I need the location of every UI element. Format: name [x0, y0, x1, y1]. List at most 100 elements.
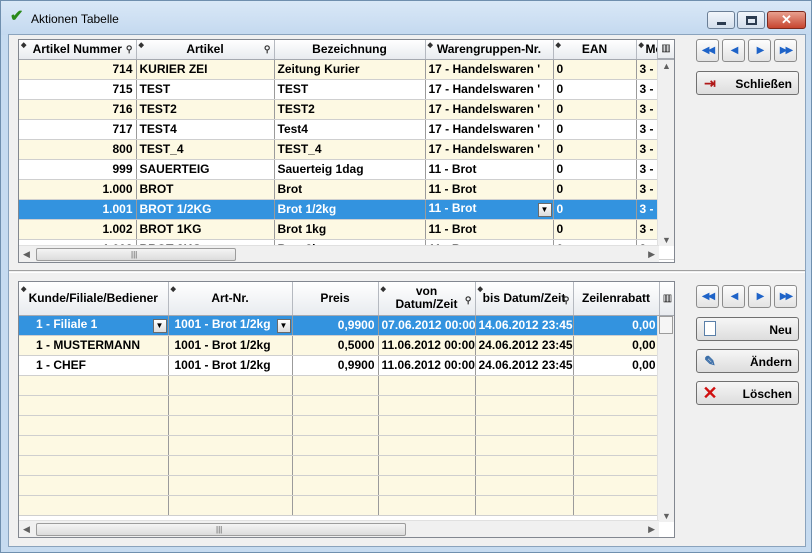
new-button[interactable]: Neu	[696, 317, 799, 341]
key-icon: ⚲	[464, 295, 472, 305]
next-record-button[interactable]: ▶	[748, 285, 771, 308]
panel-splitter[interactable]	[9, 270, 805, 273]
key-icon: ⚲	[263, 44, 271, 54]
column-chooser-icon[interactable]: ▥	[657, 40, 674, 59]
next-icon: ▶	[756, 45, 765, 56]
sort-icon: ◆	[170, 286, 176, 293]
table-row[interactable]: 714 KURIER ZEI Zeitung Kurier 17 - Handelsw…	[19, 59, 674, 80]
table-row[interactable]: 800 TEST_4 TEST_4 17 - Handelswaren ' 0 3 -	[19, 139, 674, 160]
main-window: ✔ Aktionen Tabelle ✕ ◆ Artikel Nummer ⚲ ◆ A…	[0, 0, 812, 553]
scroll-thumb[interactable]: |||	[36, 523, 406, 536]
scroll-up-icon[interactable]: ▲	[662, 61, 671, 71]
dropdown-arrow-icon[interactable]: ▼	[276, 319, 291, 333]
next-icon: ▶	[756, 291, 765, 302]
articles-table: ◆ Artikel Nummer ⚲ ◆ Artikel ⚲ Bezeichnung ◆…	[19, 40, 674, 260]
scroll-down-icon[interactable]: ▼	[662, 511, 671, 521]
col-header-zeilenrabatt[interactable]: Zeilenrabatt	[573, 282, 660, 316]
col-header-artikel[interactable]: ◆ Artikel ⚲	[136, 40, 275, 60]
edit-icon: ✎	[704, 353, 716, 369]
dropdown-arrow-icon[interactable]: ▼	[152, 319, 167, 333]
exit-door-icon: ⇥	[704, 75, 716, 91]
sort-icon: ◆	[21, 42, 27, 49]
previous-icon: ◀	[730, 45, 739, 56]
vertical-scrollbar[interactable]: ▲ ▼	[657, 316, 674, 522]
col-header-ean[interactable]: ◆ EAN	[553, 40, 637, 60]
table-row[interactable]: 717 TEST4 Test4 17 - Handelswaren ' 0 3 -	[19, 119, 674, 140]
table-row[interactable]: 715 TEST TEST 17 - Handelswaren ' 0 3 -	[19, 79, 674, 100]
scroll-right-icon[interactable]: ▶	[648, 249, 655, 260]
col-header-bezeichnung[interactable]: Bezeichnung	[274, 40, 426, 60]
table-row[interactable]: 1 - CHEF 1001 - Brot 1/2kg 0,9900 11.06.…	[19, 355, 674, 376]
maximize-button[interactable]	[737, 11, 765, 29]
col-header-von-datum[interactable]: ◆ von Datum/Zeit ⚲	[378, 282, 476, 316]
sort-icon: ◆	[555, 42, 561, 49]
col-header-artikel-nummer[interactable]: ◆ Artikel Nummer ⚲	[19, 40, 137, 60]
horizontal-scrollbar[interactable]: ◀ ||| ▶	[19, 245, 659, 262]
minimize-button[interactable]	[707, 11, 735, 29]
sort-icon: ◆	[138, 42, 144, 49]
edit-button[interactable]: ✎ Ändern	[696, 349, 799, 373]
close-window-button[interactable]: ✕	[767, 11, 806, 29]
table-row[interactable]: 1.000 BROT Brot 11 - Brot 0 3 -	[19, 179, 674, 200]
col-header-kunde[interactable]: ◆ Kunde/Filiale/Bediener	[19, 282, 169, 316]
selected-table-row[interactable]: 1.001 BROT 1/2KG Brot 1/2kg ▼ 11 - Brot 0 3 -	[19, 199, 674, 220]
first-record-button[interactable]: ◀◀	[696, 39, 719, 62]
last-icon: ▶▶	[779, 45, 793, 56]
first-icon: ◀◀	[701, 45, 715, 56]
col-header-warengruppen[interactable]: ◆ Warengruppen-Nr.	[425, 40, 554, 60]
window-title: Aktionen Tabelle	[31, 12, 119, 26]
empty-row	[19, 375, 674, 396]
title-bar[interactable]: ✔ Aktionen Tabelle ✕	[1, 1, 811, 35]
scroll-right-icon[interactable]: ▶	[648, 524, 655, 535]
scroll-left-icon[interactable]: ◀	[23, 249, 30, 260]
empty-row	[19, 435, 674, 456]
selected-table-row[interactable]: ▼ 1 - Filiale 1 ▼ 1001 - Brot 1/2kg 0,9900…	[19, 315, 674, 336]
previous-icon: ◀	[730, 291, 739, 302]
table-row[interactable]: 999 SAUERTEIG Sauerteig 1dag 11 - Brot 0 3 -	[19, 159, 674, 180]
previous-record-button[interactable]: ◀	[722, 285, 745, 308]
empty-row	[19, 455, 674, 476]
delete-button[interactable]: ✕ Löschen	[696, 381, 799, 405]
col-header-bis-datum[interactable]: ◆ bis Datum/Zeit ⚲	[475, 282, 574, 316]
actions-grid: ◆ Kunde/Filiale/Bediener ◆ Art-Nr. Preis ◆…	[18, 281, 675, 538]
scroll-thumb[interactable]	[659, 316, 673, 334]
empty-row	[19, 495, 674, 516]
close-button[interactable]: ⇥ Schließen	[696, 71, 799, 95]
delete-icon: ✕	[702, 383, 718, 403]
table-row[interactable]: 1 - MUSTERMANN 1001 - Brot 1/2kg 0,5000 …	[19, 335, 674, 356]
empty-row	[19, 475, 674, 496]
horizontal-scrollbar[interactable]: ◀ ||| ▶	[19, 520, 659, 537]
key-icon: ⚲	[125, 44, 133, 54]
actions-table: ◆ Kunde/Filiale/Bediener ◆ Art-Nr. Preis ◆…	[19, 282, 674, 516]
table-row[interactable]: 716 TEST2 TEST2 17 - Handelswaren ' 0 3 -	[19, 99, 674, 120]
close-icon: ✕	[781, 12, 792, 27]
articles-header-row: ◆ Artikel Nummer ⚲ ◆ Artikel ⚲ Bezeichnung ◆…	[19, 40, 674, 60]
grip-icon: |||	[131, 250, 138, 259]
next-record-button[interactable]: ▶	[748, 39, 771, 62]
minimize-icon	[717, 22, 726, 25]
last-icon: ▶▶	[779, 291, 793, 302]
empty-row	[19, 415, 674, 436]
key-icon: ⚲	[562, 295, 570, 305]
col-header-art-nr[interactable]: ◆ Art-Nr.	[168, 282, 293, 316]
last-record-button[interactable]: ▶▶	[774, 285, 797, 308]
sort-icon: ◆	[477, 286, 483, 293]
sort-icon: ◆	[21, 286, 27, 293]
table-row[interactable]: 1.002 BROT 1KG Brot 1kg 11 - Brot 0 3 -	[19, 219, 674, 240]
scroll-thumb[interactable]: |||	[36, 248, 236, 261]
sort-icon: ◆	[638, 42, 644, 49]
previous-record-button[interactable]: ◀	[722, 39, 745, 62]
first-record-button[interactable]: ◀◀	[696, 285, 719, 308]
new-document-icon	[704, 321, 716, 336]
last-record-button[interactable]: ▶▶	[774, 39, 797, 62]
grip-icon: |||	[216, 525, 223, 534]
dropdown-arrow-icon[interactable]: ▼	[537, 203, 552, 217]
sort-icon: ◆	[380, 286, 386, 293]
scroll-down-icon[interactable]: ▼	[662, 235, 671, 245]
col-header-preis[interactable]: Preis	[292, 282, 379, 316]
client-area: ◆ Artikel Nummer ⚲ ◆ Artikel ⚲ Bezeichnung ◆…	[8, 34, 806, 547]
scroll-left-icon[interactable]: ◀	[23, 524, 30, 535]
articles-grid: ◆ Artikel Nummer ⚲ ◆ Artikel ⚲ Bezeichnung ◆…	[18, 39, 675, 263]
vertical-scrollbar[interactable]: ▲ ▼	[657, 60, 674, 246]
column-chooser-icon[interactable]: ▥	[659, 282, 674, 316]
